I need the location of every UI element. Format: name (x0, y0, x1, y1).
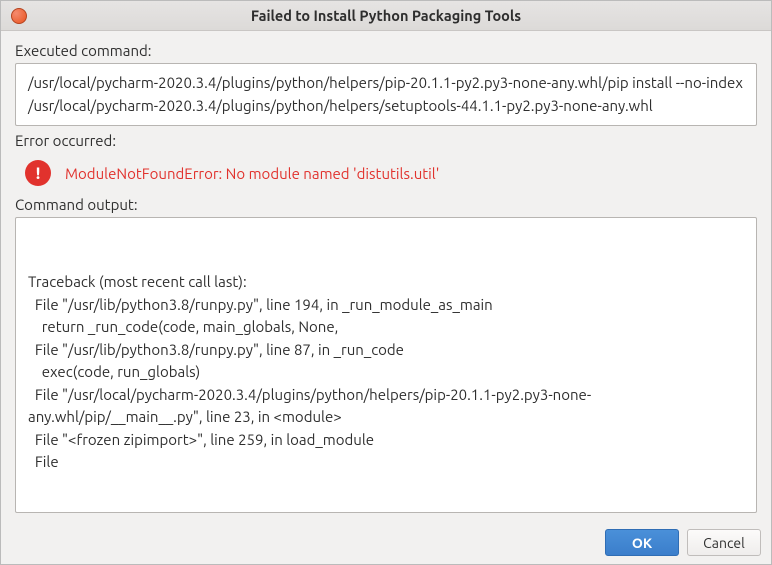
close-icon[interactable] (11, 8, 27, 24)
executed-command-label: Executed command: (15, 42, 757, 59)
executed-command-text: /usr/local/pycharm-2020.3.4/plugins/pyth… (28, 74, 743, 114)
error-occurred-label: Error occurred: (15, 132, 757, 149)
dialog-content: Executed command: /usr/local/pycharm-202… (1, 31, 771, 521)
titlebar: Failed to Install Python Packaging Tools (1, 1, 771, 31)
command-output-text: Traceback (most recent call last): File … (28, 273, 591, 470)
button-row: OK Cancel (1, 521, 771, 564)
command-output-box[interactable]: Traceback (most recent call last): File … (15, 217, 757, 513)
cancel-button-label: Cancel (703, 535, 745, 551)
window-title: Failed to Install Python Packaging Tools (1, 7, 771, 24)
ok-button[interactable]: OK (605, 529, 679, 556)
cancel-button[interactable]: Cancel (687, 529, 761, 556)
command-output-label: Command output: (15, 196, 757, 213)
ok-button-label: OK (632, 535, 652, 551)
error-row: ! ModuleNotFoundError: No module named '… (25, 160, 757, 186)
dialog-window: Failed to Install Python Packaging Tools… (0, 0, 772, 565)
error-icon: ! (25, 160, 51, 186)
error-message: ModuleNotFoundError: No module named 'di… (65, 165, 439, 182)
error-glyph: ! (36, 165, 41, 182)
executed-command-box[interactable]: /usr/local/pycharm-2020.3.4/plugins/pyth… (15, 63, 757, 126)
